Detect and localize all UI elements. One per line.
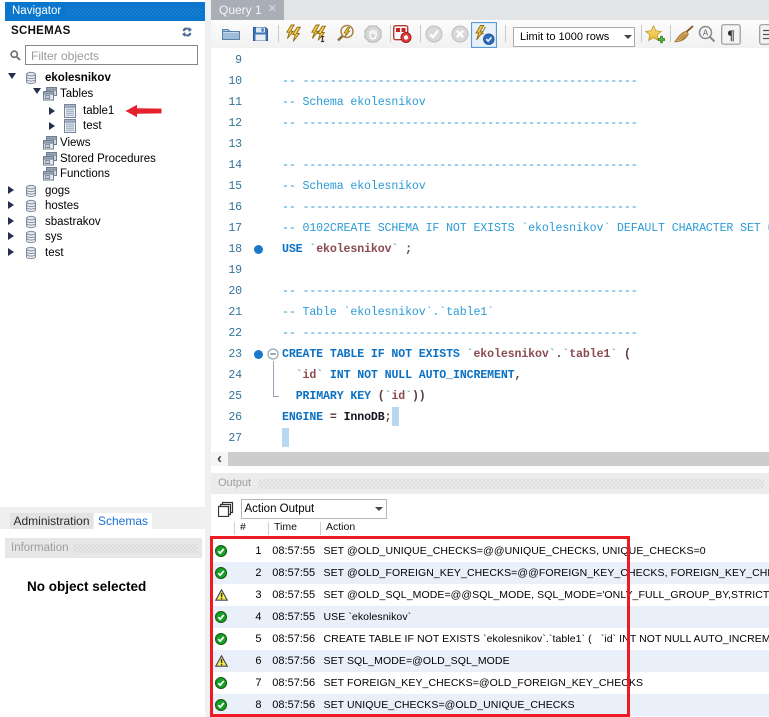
svg-text:¶: ¶ (727, 29, 735, 44)
svg-text:A: A (703, 29, 709, 38)
